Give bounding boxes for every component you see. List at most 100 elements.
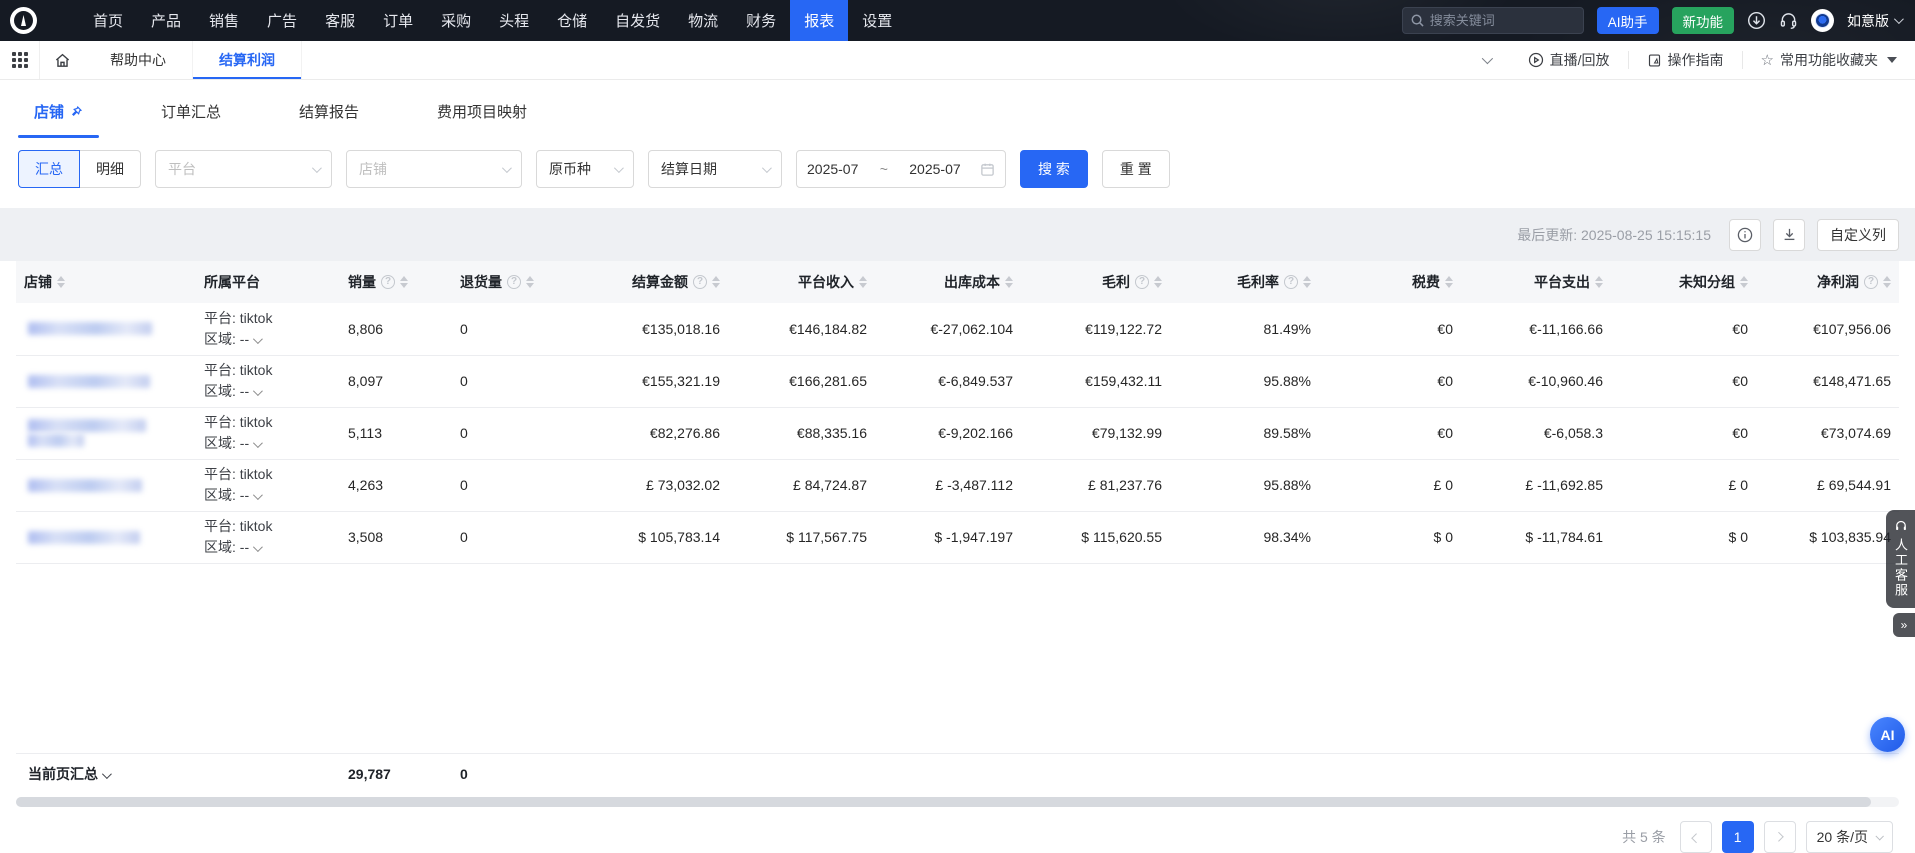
reset-button[interactable]: 重 置 bbox=[1102, 150, 1170, 188]
sort-icon[interactable] bbox=[1154, 276, 1162, 288]
col-net-profit[interactable]: 净利润? bbox=[1756, 261, 1899, 303]
sort-icon[interactable] bbox=[1303, 276, 1311, 288]
col-settlement[interactable]: 结算金额? bbox=[568, 261, 728, 303]
human-service-button[interactable]: 人工客服 bbox=[1886, 510, 1915, 608]
col-platform-expense[interactable]: 平台支出 bbox=[1461, 261, 1611, 303]
col-platform-income[interactable]: 平台收入 bbox=[728, 261, 875, 303]
col-outbound-cost[interactable]: 出库成本 bbox=[875, 261, 1021, 303]
date-to-value[interactable]: 2025-07 bbox=[909, 161, 960, 177]
current-page-button[interactable]: 1 bbox=[1722, 821, 1754, 853]
sort-icon[interactable] bbox=[1445, 276, 1453, 288]
date-range-input[interactable]: 2025-07 ~ 2025-07 bbox=[796, 150, 1006, 188]
help-icon[interactable]: ? bbox=[507, 275, 521, 289]
nav-item-2[interactable]: 销售 bbox=[195, 0, 253, 41]
dock-expand-button[interactable]: » bbox=[1893, 613, 1915, 637]
col-unknown-group-label: 未知分组 bbox=[1679, 272, 1735, 292]
home-icon[interactable] bbox=[40, 41, 84, 79]
help-icon[interactable]: ? bbox=[693, 275, 707, 289]
apps-grid-icon[interactable] bbox=[0, 41, 40, 79]
horizontal-scrollbar[interactable] bbox=[16, 797, 1899, 807]
region-expand-icon[interactable] bbox=[253, 490, 263, 500]
col-unknown-group[interactable]: 未知分组 bbox=[1611, 261, 1756, 303]
help-icon[interactable]: ? bbox=[1135, 275, 1149, 289]
nav-item-10[interactable]: 物流 bbox=[674, 0, 732, 41]
sort-icon[interactable] bbox=[1595, 276, 1603, 288]
search-button[interactable]: 搜 索 bbox=[1020, 150, 1088, 188]
col-gross-profit[interactable]: 毛利? bbox=[1021, 261, 1170, 303]
sort-icon[interactable] bbox=[526, 276, 534, 288]
nav-item-9[interactable]: 自发货 bbox=[601, 0, 674, 41]
info-button[interactable] bbox=[1729, 219, 1761, 251]
region-expand-icon[interactable] bbox=[253, 386, 263, 396]
nav-item-4[interactable]: 客服 bbox=[311, 0, 369, 41]
summary-empty bbox=[728, 753, 875, 795]
nav-item-6[interactable]: 采购 bbox=[427, 0, 485, 41]
nav-item-5[interactable]: 订单 bbox=[369, 0, 427, 41]
headset-icon[interactable] bbox=[1779, 11, 1798, 30]
report-tab-1[interactable]: 订单汇总 bbox=[151, 101, 231, 138]
ai-assistant-button[interactable]: AI助手 bbox=[1597, 7, 1659, 34]
user-avatar[interactable] bbox=[1811, 9, 1834, 32]
tab-help-center[interactable]: 帮助中心 bbox=[84, 41, 193, 79]
platform-select[interactable]: 平台 bbox=[155, 150, 332, 188]
nav-item-0[interactable]: 首页 bbox=[79, 0, 137, 41]
mode-summary-button[interactable]: 汇总 bbox=[18, 150, 80, 188]
col-sales[interactable]: 销量? bbox=[340, 261, 452, 303]
search-input[interactable] bbox=[1430, 13, 1560, 28]
export-download-button[interactable] bbox=[1773, 219, 1805, 251]
nav-item-8[interactable]: 仓储 bbox=[543, 0, 601, 41]
nav-item-13[interactable]: 设置 bbox=[848, 0, 906, 41]
cell-returns: 0 bbox=[452, 303, 568, 355]
sort-icon[interactable] bbox=[1005, 276, 1013, 288]
date-type-select[interactable]: 结算日期 bbox=[648, 150, 782, 188]
new-feature-button[interactable]: 新功能 bbox=[1672, 7, 1735, 34]
col-gross-margin[interactable]: 毛利率? bbox=[1170, 261, 1319, 303]
scrollbar-thumb[interactable] bbox=[16, 797, 1871, 807]
report-tab-3[interactable]: 费用项目映射 bbox=[427, 101, 537, 138]
customize-columns-button[interactable]: 自定义列 bbox=[1817, 219, 1899, 251]
edition-menu[interactable]: 如意版 bbox=[1847, 11, 1901, 31]
help-icon[interactable]: ? bbox=[381, 275, 395, 289]
col-outbound-cost-label: 出库成本 bbox=[944, 272, 1000, 292]
cell-gross-margin: 95.88% bbox=[1170, 355, 1319, 407]
brand-logo-icon[interactable] bbox=[10, 7, 37, 34]
next-page-button[interactable] bbox=[1764, 821, 1796, 853]
live-replay-link[interactable]: 直播/回放 bbox=[1510, 51, 1628, 69]
region-expand-icon[interactable] bbox=[253, 542, 263, 552]
download-circle-icon[interactable] bbox=[1747, 11, 1766, 30]
sort-icon[interactable] bbox=[1883, 276, 1891, 288]
tab-settlement-profit[interactable]: 结算利润 bbox=[193, 41, 302, 79]
nav-item-11[interactable]: 财务 bbox=[732, 0, 790, 41]
report-tab-0[interactable]: 店铺 bbox=[24, 101, 93, 138]
report-tab-2[interactable]: 结算报告 bbox=[289, 101, 369, 138]
report-tab-label: 结算报告 bbox=[299, 101, 359, 122]
nav-item-12[interactable]: 报表 bbox=[790, 0, 848, 41]
page-size-select[interactable]: 20 条/页 bbox=[1806, 821, 1893, 853]
nav-item-7[interactable]: 头程 bbox=[485, 0, 543, 41]
help-icon[interactable]: ? bbox=[1284, 275, 1298, 289]
sort-icon[interactable] bbox=[1740, 276, 1748, 288]
prev-page-button[interactable] bbox=[1680, 821, 1712, 853]
help-icon[interactable]: ? bbox=[1864, 275, 1878, 289]
sort-icon[interactable] bbox=[859, 276, 867, 288]
nav-item-1[interactable]: 产品 bbox=[137, 0, 195, 41]
currency-select[interactable]: 原币种 bbox=[536, 150, 634, 188]
region-expand-icon[interactable] bbox=[253, 438, 263, 448]
nav-item-3[interactable]: 广告 bbox=[253, 0, 311, 41]
date-from-value[interactable]: 2025-07 bbox=[807, 161, 858, 177]
sort-icon[interactable] bbox=[57, 276, 65, 288]
favorites-link[interactable]: ☆ 常用功能收藏夹 bbox=[1742, 51, 1915, 69]
sort-icon[interactable] bbox=[712, 276, 720, 288]
col-returns[interactable]: 退货量? bbox=[452, 261, 568, 303]
region-expand-icon[interactable] bbox=[253, 334, 263, 344]
col-tax[interactable]: 税费 bbox=[1319, 261, 1461, 303]
sort-icon[interactable] bbox=[400, 276, 408, 288]
ai-floating-button[interactable]: AI bbox=[1870, 717, 1905, 752]
summary-expand-icon[interactable] bbox=[102, 769, 112, 779]
mode-detail-button[interactable]: 明细 bbox=[80, 150, 141, 188]
col-shop[interactable]: 店铺 bbox=[16, 261, 196, 303]
collapse-tabs-icon[interactable] bbox=[1462, 51, 1510, 69]
shop-select[interactable]: 店铺 bbox=[346, 150, 522, 188]
operation-guide-link[interactable]: 操作指南 bbox=[1628, 51, 1742, 69]
global-search[interactable] bbox=[1402, 7, 1584, 34]
